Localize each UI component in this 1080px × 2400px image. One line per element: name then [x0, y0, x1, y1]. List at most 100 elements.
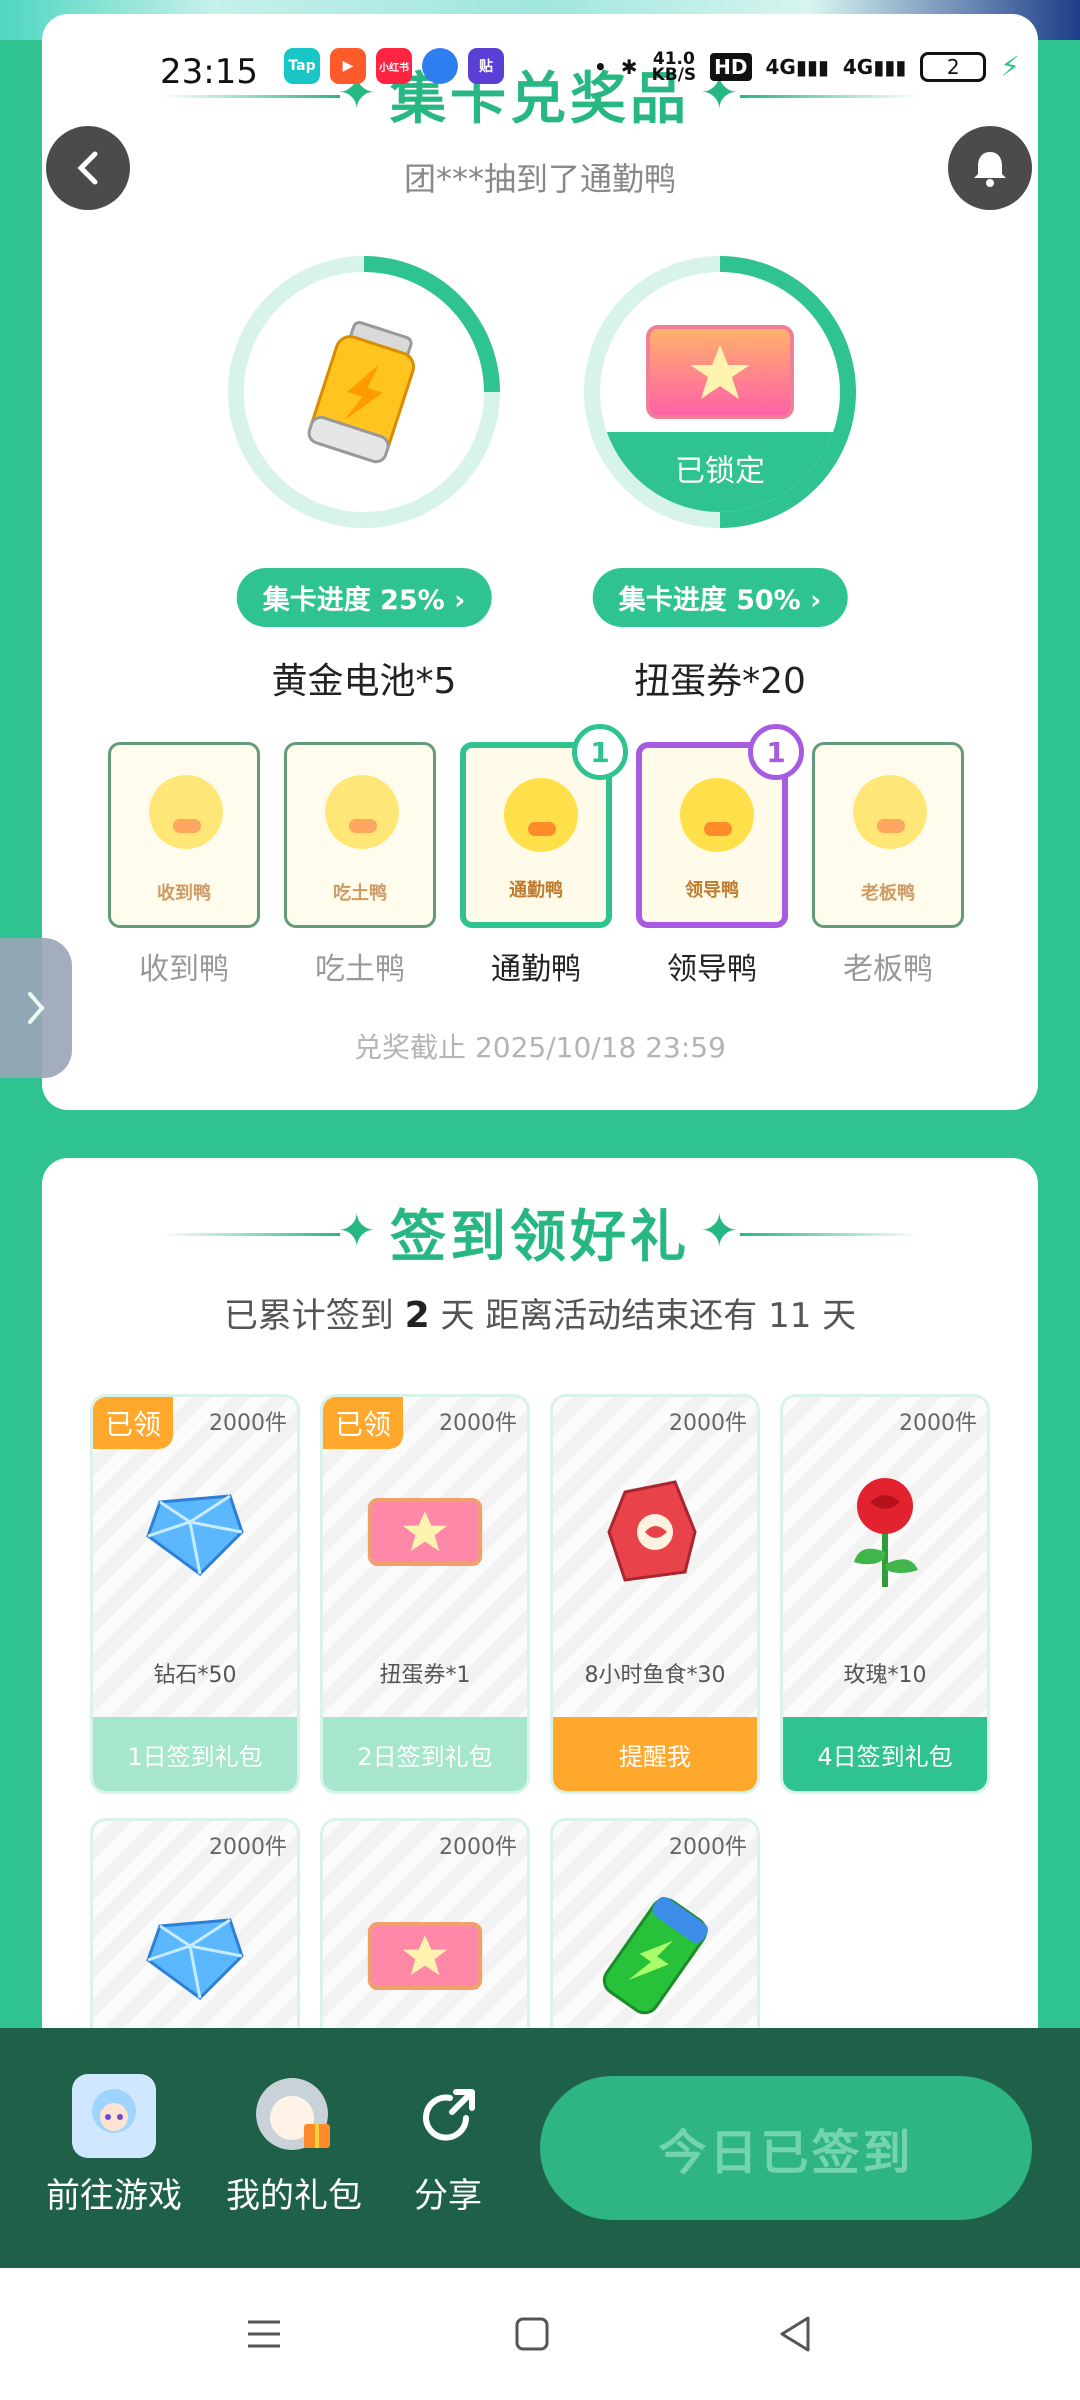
gift-name: 扭蛋券*1: [379, 1663, 471, 1688]
menu-button[interactable]: [240, 2310, 288, 2358]
gift-day-1[interactable]: 已领 2000件 钻石*50 1日签到礼包: [90, 1394, 300, 1794]
gift-action-button[interactable]: 1日签到礼包: [93, 1717, 297, 1791]
xiaohongshu-app-icon: 小红书: [376, 48, 412, 84]
progress-ring: [228, 256, 500, 528]
duck-beak: [877, 819, 905, 833]
sparkle-icon: ✦: [700, 1202, 743, 1257]
duck-card-shoudao[interactable]: 收到鸭 收到鸭: [108, 742, 260, 988]
chevron-left-icon: [77, 151, 98, 185]
gift-day-2[interactable]: 已领 2000件 扭蛋券*1 2日签到礼包: [320, 1394, 530, 1794]
gift-quantity: 2000件: [669, 1411, 747, 1436]
go-to-game-button[interactable]: 前往游戏: [46, 2074, 182, 2217]
tieba-app-icon: 贴: [468, 48, 504, 84]
network-type: 4G: [842, 54, 874, 79]
chevron-right-icon: [28, 992, 45, 1024]
duck-beak: [173, 819, 201, 833]
title-divider-left: [160, 1232, 340, 1236]
sparkle-icon: ✦: [337, 1202, 380, 1257]
duck-card-label: 通勤鸭: [509, 880, 563, 901]
duck-card-label: 领导鸭: [685, 880, 739, 901]
network-type: 4G: [765, 54, 796, 79]
signed-today-button[interactable]: 今日已签到: [540, 2076, 1032, 2220]
prize-gold-battery[interactable]: 集卡进度 25% › 黄金电池*5: [224, 256, 504, 702]
gift-day-4[interactable]: 2000件 玫瑰*10 4日签到礼包: [780, 1394, 990, 1794]
system-nav-bar: [0, 2268, 1080, 2400]
hd-icon: HD: [710, 52, 752, 81]
diamond-icon: [135, 1901, 255, 2011]
network-speed: 41.0 KB/S: [652, 50, 697, 83]
gift-quantity: 2000件: [439, 1835, 517, 1860]
bottom-action-bar: 前往游戏 我的礼包 分享 今日已签到: [0, 2028, 1080, 2268]
video-app-icon: ▶: [330, 48, 366, 84]
charging-icon: ⚡: [1000, 50, 1020, 83]
share-icon: [406, 2074, 490, 2158]
home-button[interactable]: [508, 2310, 556, 2358]
ticket-icon: [365, 1901, 485, 2011]
duck-image: [853, 775, 927, 849]
my-gifts-button[interactable]: 我的礼包: [226, 2074, 362, 2217]
duck-card-image: 老板鸭: [812, 742, 964, 928]
progress-label: 集卡进度 25%: [262, 585, 445, 616]
gift-day-7[interactable]: 2000件: [550, 1818, 760, 2058]
gift-day-5[interactable]: 2000件: [90, 1818, 300, 2058]
duck-name: 收到鸭: [139, 952, 229, 987]
status-app-icons: Tap ▶ 小红书 ● 贴: [284, 48, 504, 84]
signed-days: 2: [404, 1295, 430, 1336]
gift-quantity: 2000件: [899, 1411, 977, 1436]
green-battery-icon: [595, 1896, 715, 2015]
duck-card-chitu[interactable]: 吃土鸭 吃土鸭: [284, 742, 436, 988]
gift-quantity: 2000件: [439, 1411, 517, 1436]
prize-name: 黄金电池*5: [271, 661, 457, 702]
locked-band: 已锁定: [600, 432, 840, 512]
gift-action-button[interactable]: 4日签到礼包: [783, 1717, 987, 1791]
chevron-right-icon: ›: [810, 585, 822, 616]
prize-name: 扭蛋券*20: [634, 661, 806, 702]
game-avatar-icon: [72, 2074, 156, 2158]
prize-gacha-ticket[interactable]: 已锁定 集卡进度 50% › 扭蛋券*20: [580, 256, 860, 702]
daily-signin-panel: ✦ 签到领好礼 ✦ 已累计签到 2 天 距离活动结束还有 11 天 已领 200…: [42, 1158, 1038, 2058]
progress-pill[interactable]: 集卡进度 25% ›: [236, 568, 492, 627]
progress-remaining: 天 距离活动结束还有 11 天: [440, 1296, 857, 1336]
claimed-badge: 已领: [93, 1397, 174, 1449]
gift-name: 钻石*50: [153, 1663, 237, 1688]
signin-progress: 已累计签到 2 天 距离活动结束还有 11 天: [42, 1288, 1038, 1337]
side-expand-tab[interactable]: [0, 938, 72, 1078]
duck-name: 老板鸭: [843, 952, 933, 987]
gift-day-3[interactable]: 2000件 8小时鱼食*30 提醒我: [550, 1394, 760, 1794]
browser-app-icon: ●: [422, 48, 458, 84]
status-bar: 23:15 Tap ▶ 小红书 ● 贴 • ✱ 41.0 KB/S HD 4G▮▮…: [42, 14, 1038, 124]
signin-title: ✦ 签到领好礼 ✦: [160, 1192, 920, 1273]
duck-name: 通勤鸭: [491, 952, 581, 987]
duck-beak: [528, 822, 556, 836]
duck-card-row: 收到鸭 收到鸭 吃土鸭 吃土鸭 通勤鸭 1 通勤鸭 领导鸭 1 领导鸭 老板鸭 …: [108, 724, 1008, 1002]
menu-icon: [248, 2320, 280, 2348]
duck-card-image: 收到鸭: [108, 742, 260, 928]
notification-bell-button[interactable]: [948, 126, 1032, 210]
gift-quantity: 2000件: [209, 1835, 287, 1860]
gift-day-6[interactable]: 2000件: [320, 1818, 530, 2058]
progress-prefix: 已累计签到: [223, 1296, 394, 1336]
remind-me-button[interactable]: 提醒我: [553, 1717, 757, 1791]
duck-card-laoban[interactable]: 老板鸭 老板鸭: [812, 742, 964, 988]
duck-card-tongqin[interactable]: 通勤鸭 1 通勤鸭: [460, 724, 628, 988]
progress-label: 集卡进度 50%: [618, 585, 801, 616]
gift-quantity: 2000件: [209, 1411, 287, 1436]
share-button[interactable]: 分享: [406, 2074, 490, 2217]
duck-name: 吃土鸭: [315, 952, 405, 987]
back-button[interactable]: [46, 126, 130, 210]
signal-4g-icon: 4G▮▮▮: [765, 54, 829, 79]
gift-name: 8小时鱼食*30: [584, 1663, 726, 1688]
duck-card-label: 吃土鸭: [333, 883, 387, 904]
duck-card-label: 收到鸭: [157, 883, 211, 904]
duck-card-lingdao[interactable]: 领导鸭 1 领导鸭: [636, 724, 804, 988]
duck-name: 领导鸭: [667, 952, 757, 987]
duck-beak: [349, 819, 377, 833]
back-nav-button[interactable]: [772, 2310, 820, 2358]
collect-cards-panel: ✦ 集卡兑奖品 ✦ 团***抽到了通勤鸭 集卡进度 25% › 黄金电池*5 已…: [42, 14, 1038, 1110]
square-home-icon: [515, 2317, 549, 2351]
card-count-badge: 1: [748, 724, 804, 780]
gift-action-button[interactable]: 2日签到礼包: [323, 1717, 527, 1791]
triangle-back-icon: [780, 2316, 810, 2352]
tap-app-icon: Tap: [284, 48, 320, 84]
progress-pill[interactable]: 集卡进度 50% ›: [592, 568, 848, 627]
